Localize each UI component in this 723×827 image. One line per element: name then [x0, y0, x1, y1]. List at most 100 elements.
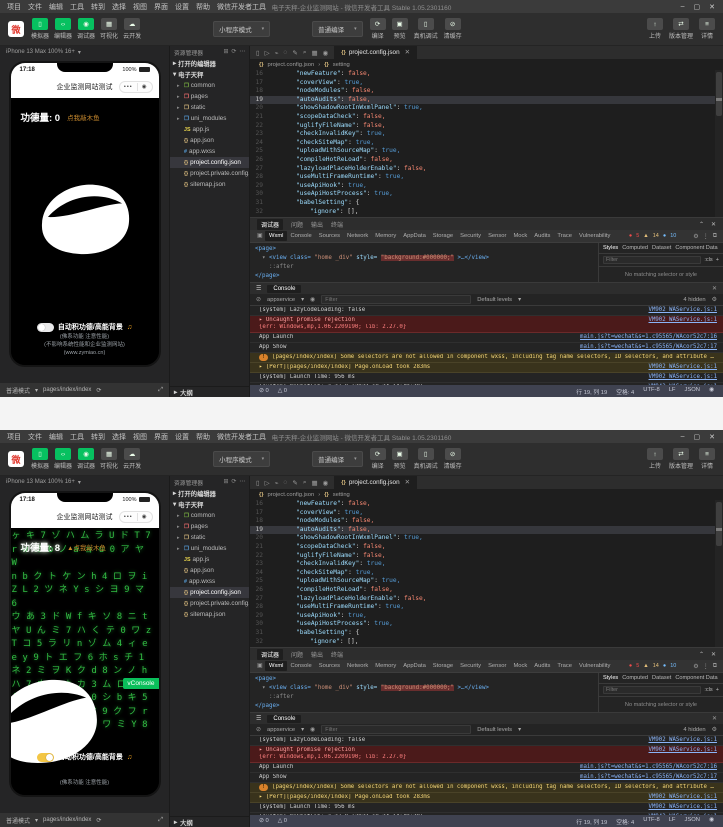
- code-line[interactable]: 26 "compileHotReLoad" : false,: [250, 156, 723, 165]
- file-tree-item[interactable]: {} project.config.json: [170, 587, 249, 598]
- code-line[interactable]: 23 "checkInvalidKey" : true,: [250, 560, 723, 569]
- panel-tab[interactable]: 问题: [291, 650, 303, 659]
- scrollbar-thumb[interactable]: [716, 72, 722, 116]
- code-line[interactable]: 23 "checkInvalidKey" : true,: [250, 130, 723, 139]
- panel-toggle-icon[interactable]: ‹›: [55, 448, 71, 460]
- device-label[interactable]: iPhone 13 Max 100% 16+: [6, 479, 75, 485]
- compile-action-icon[interactable]: ⟳: [370, 18, 386, 30]
- panel-toggle-icon[interactable]: ‹›: [55, 18, 71, 30]
- explorer-action-icon[interactable]: ⋯: [239, 49, 245, 55]
- console-menu-icon[interactable]: ☰: [256, 285, 261, 292]
- console-log-row[interactable]: ▸ [Perf][pages/index/index] Page.onLoad …: [250, 793, 723, 803]
- status-item[interactable]: UTF-8: [643, 817, 659, 826]
- styles-tab[interactable]: Dataset: [652, 245, 671, 251]
- panel-action-icon[interactable]: ⌃: [699, 221, 704, 228]
- log-source-link[interactable]: VM902 WAService.js:1: [649, 747, 717, 754]
- menu-item[interactable]: 微信开发者工具: [217, 2, 266, 12]
- devtools-menu-icon[interactable]: ⧉: [713, 233, 717, 240]
- status-item[interactable]: ⊘ 0: [259, 388, 269, 394]
- editor-scrollbar[interactable]: [715, 500, 723, 647]
- panel-tab[interactable]: 问题: [291, 220, 303, 229]
- info-count[interactable]: 10: [670, 233, 676, 239]
- console-menu-icon[interactable]: ☰: [256, 715, 261, 722]
- gear-icon[interactable]: ⚙: [712, 296, 717, 303]
- code-line[interactable]: 18 "nodeModules" : false,: [250, 87, 723, 96]
- code-line[interactable]: 29 "useApiHook" : true,: [250, 182, 723, 191]
- expand-icon[interactable]: ⤢: [158, 817, 163, 824]
- editor-toolbar-icon[interactable]: ⌁: [275, 49, 279, 57]
- editor-toolbar-icon[interactable]: ▷: [265, 479, 270, 487]
- devtools-tab[interactable]: Network: [344, 231, 372, 241]
- menu-item[interactable]: 工具: [70, 2, 84, 12]
- minimize-icon[interactable]: –: [681, 433, 685, 441]
- panel-tab[interactable]: 输出: [311, 650, 323, 659]
- log-source-link[interactable]: VM902 WAService.js:1: [649, 317, 717, 324]
- panel-toggle-button[interactable]: ◉ 调试器: [77, 448, 95, 470]
- explorer-action-icon[interactable]: ⊞: [223, 49, 228, 55]
- code-editor[interactable]: 16 "newFeature" : false, 17 "coverView" …: [250, 500, 723, 647]
- log-levels-select[interactable]: Default levels ▾: [477, 297, 521, 303]
- hidden-messages-count[interactable]: 4 hidden: [683, 297, 705, 303]
- publish-button[interactable]: ⇄ 版本管理: [669, 18, 693, 40]
- devtools-tab[interactable]: Memory: [372, 661, 400, 671]
- panel-toggle-button[interactable]: ▯ 模拟器: [31, 448, 49, 470]
- file-tree-item[interactable]: {} project.private.config.j...: [170, 598, 249, 609]
- code-line[interactable]: 22 "uglifyFileName" : false,: [250, 552, 723, 561]
- wxml-tree[interactable]: <page> ▾ <view class= "home _div" style=…: [250, 673, 598, 712]
- panel-action-icon[interactable]: ⌃: [699, 651, 704, 658]
- file-tree-item[interactable]: {} app.json: [170, 135, 249, 146]
- code-line[interactable]: 18 "nodeModules" : false,: [250, 517, 723, 526]
- code-line[interactable]: 27 "lazyloadPlaceHolderEnable" : false,: [250, 165, 723, 174]
- devtools-tab[interactable]: Mock: [510, 231, 531, 241]
- explorer-action-icon[interactable]: ⊞: [223, 479, 228, 485]
- devtools-tab[interactable]: Sources: [315, 661, 343, 671]
- console-close-icon[interactable]: ✕: [712, 715, 717, 722]
- console-log-row[interactable]: [system] LazyCodeLoading: false VM902 WA…: [250, 736, 723, 746]
- devtools-tab[interactable]: Wxml: [265, 661, 287, 671]
- compile-action-icon[interactable]: ▣: [392, 448, 408, 460]
- menu-item[interactable]: 帮助: [196, 432, 210, 442]
- devtools-menu-icon[interactable]: ⚙: [693, 663, 698, 670]
- chevron-down-icon[interactable]: ▾: [35, 817, 38, 824]
- code-line[interactable]: 27 "lazyloadPlaceHolderEnable" : false,: [250, 595, 723, 604]
- breadcrumb[interactable]: {} project.config.json › {} setting: [250, 489, 723, 500]
- error-count[interactable]: 5: [636, 233, 639, 239]
- compile-action-button[interactable]: ⊘ 清缓存: [444, 18, 462, 40]
- styles-filter-input[interactable]: [603, 686, 701, 694]
- console-filter-input[interactable]: [321, 725, 471, 734]
- menu-item[interactable]: 文件: [28, 432, 42, 442]
- console-log-row[interactable]: ▸ Uncaught promise rejection {err: Windo…: [250, 746, 723, 763]
- status-item[interactable]: 行 19, 列 19: [576, 817, 607, 826]
- panel-tab[interactable]: 输出: [311, 220, 323, 229]
- compile-action-button[interactable]: ▯ 真机调试: [414, 18, 438, 40]
- publish-button[interactable]: ≡ 详情: [699, 448, 715, 470]
- explorer-action-icon[interactable]: ⟳: [231, 479, 236, 485]
- log-source-link[interactable]: VM902 WAService.js:1: [649, 737, 717, 744]
- code-line[interactable]: 30 "useApiHostProcess" : true,: [250, 620, 723, 629]
- code-line[interactable]: 32 "ignore" : [],: [250, 638, 723, 647]
- mode-select[interactable]: 小程序模式 ▾: [213, 21, 270, 37]
- devtools-tab[interactable]: Sensor: [485, 661, 510, 671]
- compile-action-icon[interactable]: ▯: [418, 448, 434, 460]
- panel-toggle-button[interactable]: ▯ 模拟器: [31, 18, 49, 40]
- eye-icon[interactable]: ◉: [310, 726, 315, 733]
- panel-toggle-icon[interactable]: ◉: [78, 448, 94, 460]
- devtools-tab[interactable]: Sources: [315, 231, 343, 241]
- publish-icon[interactable]: ⇄: [673, 448, 689, 460]
- console-tab[interactable]: Console: [267, 715, 301, 723]
- menu-item[interactable]: 选择: [112, 2, 126, 12]
- auto-merit-toggle[interactable]: [37, 323, 54, 332]
- panel-toggle-icon[interactable]: ▯: [32, 18, 48, 30]
- devtools-tab[interactable]: Vulnerability: [576, 231, 614, 241]
- editor-tab[interactable]: {} project.config.json ✕: [334, 46, 417, 59]
- console-context-select[interactable]: appservice ▾: [267, 297, 304, 303]
- compile-action-button[interactable]: ⟳ 编译: [370, 18, 386, 40]
- log-source-link[interactable]: VM902 WAService.js:1: [649, 374, 717, 381]
- expand-caret-icon[interactable]: ▾: [262, 255, 266, 261]
- editor-toolbar-icon[interactable]: ◌: [284, 479, 288, 486]
- clear-console-icon[interactable]: ⊘: [256, 726, 261, 733]
- editor-toolbar-icon[interactable]: ✎: [292, 49, 297, 57]
- code-line[interactable]: 25 "uploadWithSourceMap" : true,: [250, 147, 723, 156]
- menu-item[interactable]: 编辑: [49, 2, 63, 12]
- panel-toggle-button[interactable]: ☁ 云开发: [123, 18, 141, 40]
